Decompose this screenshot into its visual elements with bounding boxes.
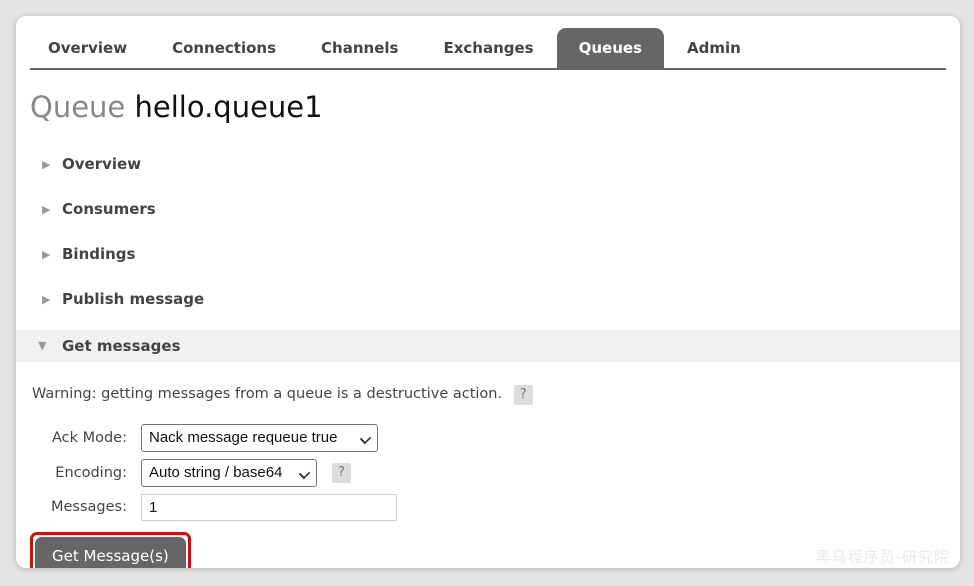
page-title: Queue hello.queue1 [30,92,946,124]
get-messages-button[interactable]: Get Message(s) [35,537,186,568]
warning-message: Warning: getting messages from a queue i… [32,386,502,402]
section-overview-label: Overview [62,155,141,173]
section-consumers-label: Consumers [62,200,156,218]
tab-queues[interactable]: Queues [557,28,664,68]
encoding-label: Encoding: [30,465,127,481]
tab-list: Overview Connections Channels Exchanges … [30,28,741,68]
section-publish-message-label: Publish message [62,290,204,308]
section-get-messages-label: Get messages [62,337,181,355]
encoding-select[interactable]: Auto string / base64 [141,459,317,487]
section-bindings[interactable]: Bindings [16,232,960,277]
section-get-messages[interactable]: Get messages [16,330,960,362]
messages-control [141,494,397,521]
main-card: Overview Connections Channels Exchanges … [16,16,960,568]
encoding-select-wrap: Auto string / base64 [141,459,317,487]
section-consumers[interactable]: Consumers [16,187,960,232]
tab-connections[interactable]: Connections [172,28,276,68]
chevron-right-icon [42,159,62,170]
warning-text: Warning: getting messages from a queue i… [32,385,946,405]
tab-exchanges[interactable]: Exchanges [443,28,533,68]
help-icon[interactable]: ? [332,463,351,483]
tab-admin[interactable]: Admin [687,28,741,68]
messages-label: Messages: [30,499,127,515]
ack-mode-select[interactable]: Nack message requeue true [141,424,378,452]
chevron-right-icon [42,249,62,260]
page-title-prefix: Queue [30,90,125,124]
queue-name: hello.queue1 [135,90,323,124]
chevron-down-icon [38,340,62,351]
get-messages-panel: Warning: getting messages from a queue i… [16,385,960,568]
tab-channels[interactable]: Channels [321,28,398,68]
help-icon[interactable]: ? [514,385,533,405]
ack-mode-select-wrap: Nack message requeue true [141,424,378,452]
section-overview[interactable]: Overview [16,142,960,187]
get-messages-form: Ack Mode: Nack message requeue true Enco… [30,424,946,521]
messages-count-input[interactable] [141,494,397,521]
ack-mode-label: Ack Mode: [30,430,127,446]
chevron-right-icon [42,294,62,305]
ack-mode-control: Nack message requeue true [141,424,397,452]
section-bindings-label: Bindings [62,245,135,263]
encoding-control: Auto string / base64 ? [141,459,397,487]
red-highlight-box: Get Message(s) [30,532,191,568]
tab-bar: Overview Connections Channels Exchanges … [30,28,946,70]
section-publish-message[interactable]: Publish message [16,277,960,322]
tab-overview[interactable]: Overview [48,28,127,68]
chevron-right-icon [42,204,62,215]
